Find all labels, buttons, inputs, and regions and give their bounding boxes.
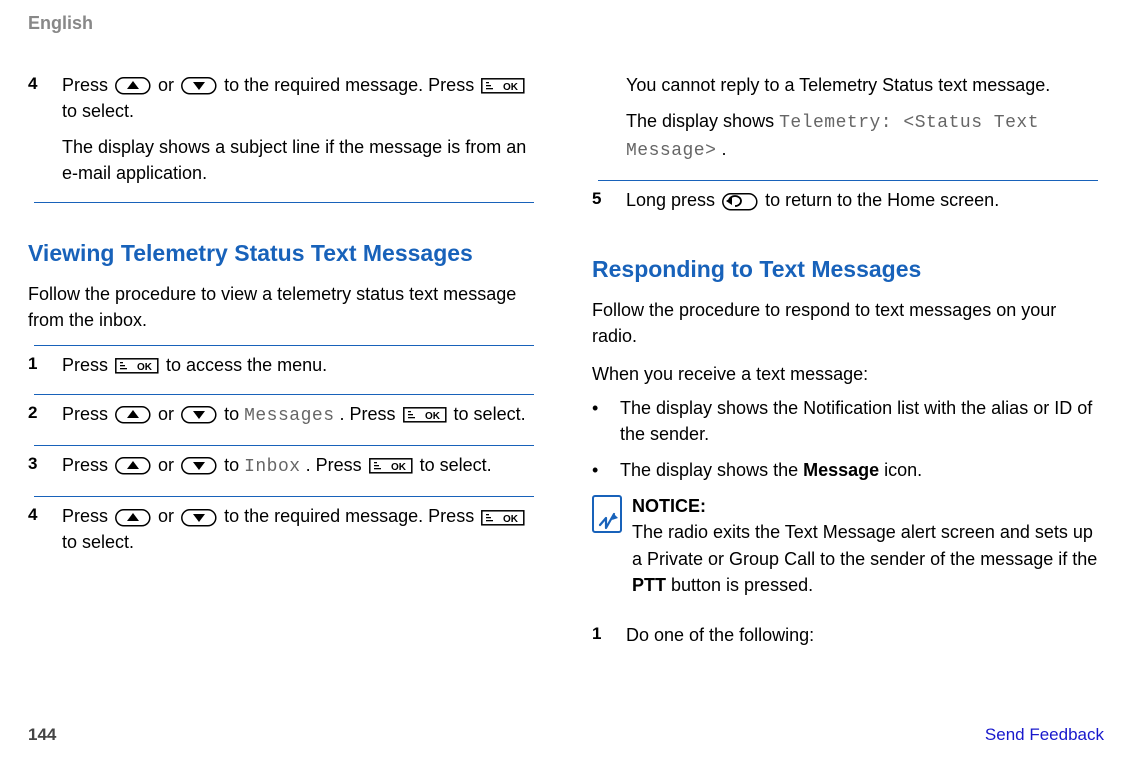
header-language: English (28, 10, 1104, 36)
step-1: 1 Press to access the menu. (28, 346, 540, 384)
step-line: Press or to Inbox . Press to select. (62, 452, 540, 480)
up-button-icon (115, 509, 151, 527)
txt: or (158, 455, 179, 475)
section-title-telemetry: Viewing Telemetry Status Text Messages (28, 237, 540, 270)
txt: . Press (340, 404, 401, 424)
step-line: Press or to the required message. Press … (62, 72, 540, 124)
txt: or (158, 404, 179, 424)
mono-text: Inbox (244, 457, 301, 477)
step-num: 1 (592, 622, 626, 648)
section-title-responding: Responding to Text Messages (592, 253, 1104, 286)
down-button-icon (181, 509, 217, 527)
txt: . Press (306, 455, 367, 475)
bullet-dot: • (592, 395, 620, 447)
txt: to (224, 455, 244, 475)
txt: to select. (420, 455, 492, 475)
spacer (592, 72, 626, 164)
step-line: Press or to the required message. Press … (62, 503, 540, 555)
step-line: The display shows Telemetry: <Status Tex… (626, 108, 1104, 164)
ok-button-icon (481, 78, 525, 94)
step-4: 4 Press or to the required message. Pres… (28, 497, 540, 561)
txt: The radio exits the Text Message alert s… (632, 522, 1097, 568)
right-column: You cannot reply to a Telemetry Status t… (592, 66, 1104, 664)
step-4-right-body: You cannot reply to a Telemetry Status t… (592, 66, 1104, 170)
txt: to the required message. Press (224, 506, 479, 526)
page-number: 144 (28, 723, 56, 748)
step-line: You cannot reply to a Telemetry Status t… (626, 72, 1104, 98)
txt: Press (62, 404, 113, 424)
down-button-icon (181, 406, 217, 424)
txt: Press (62, 355, 113, 375)
up-button-icon (115, 77, 151, 95)
step-line: Press to access the menu. (62, 352, 540, 378)
notice-block: NOTICE: The radio exits the Text Message… (592, 493, 1104, 597)
step-num: 1 (28, 352, 62, 378)
down-button-icon (181, 457, 217, 475)
step-line: Do one of the following: (626, 622, 1104, 648)
bold: PTT (632, 575, 666, 595)
step-num: 3 (28, 452, 62, 480)
up-button-icon (115, 406, 151, 424)
up-button-icon (115, 457, 151, 475)
notice-icon (592, 493, 622, 597)
lead-text: When you receive a text message: (592, 361, 1104, 387)
step-4-top: 4 Press or to the required message. Pres… (28, 66, 540, 192)
ok-button-icon (115, 358, 159, 374)
txt: to access the menu. (166, 355, 327, 375)
section-intro: Follow the procedure to view a telemetry… (28, 281, 540, 333)
step-3: 3 Press or to Inbox . Press to select. (28, 446, 540, 486)
list-item: • The display shows the Message icon. (592, 457, 1104, 483)
ok-button-icon (369, 458, 413, 474)
step-line: Press or to Messages . Press to select. (62, 401, 540, 429)
step-1-responding: 1 Do one of the following: (592, 616, 1104, 654)
mono-text: Messages (244, 406, 334, 426)
txt: to select. (62, 101, 134, 121)
txt: to (224, 404, 244, 424)
txt: to select. (454, 404, 526, 424)
notice-label: NOTICE: (632, 493, 1104, 519)
ok-button-icon (481, 510, 525, 526)
step-num: 4 (28, 72, 62, 186)
send-feedback-link[interactable]: Send Feedback (985, 723, 1104, 748)
txt: button is pressed. (666, 575, 813, 595)
step-num: 5 (592, 187, 626, 213)
notice-text: The radio exits the Text Message alert s… (632, 519, 1104, 597)
txt: to select. (62, 532, 134, 552)
txt: Press (62, 455, 113, 475)
step-line: The display shows a subject line if the … (62, 134, 540, 186)
txt: or (158, 75, 179, 95)
step-5: 5 Long press to return to the Home scree… (592, 181, 1104, 219)
step-2: 2 Press or to Messages . Press to select… (28, 395, 540, 435)
back-button-icon (722, 193, 758, 211)
step-divider (34, 202, 534, 203)
list-text: The display shows the Message icon. (620, 457, 1104, 483)
txt: to return to the Home screen. (765, 190, 999, 210)
txt: The display shows (626, 111, 779, 131)
down-button-icon (181, 77, 217, 95)
section-intro: Follow the procedure to respond to text … (592, 297, 1104, 349)
left-column: 4 Press or to the required message. Pres… (28, 66, 540, 664)
bullet-list: • The display shows the Notification lis… (592, 395, 1104, 483)
txt: to the required message. Press (224, 75, 479, 95)
step-num: 2 (28, 401, 62, 429)
txt: Press (62, 75, 113, 95)
step-num: 4 (28, 503, 62, 555)
page-footer: 144 Send Feedback (28, 723, 1104, 748)
list-item: • The display shows the Notification lis… (592, 395, 1104, 447)
step-line: Long press to return to the Home screen. (626, 187, 1104, 213)
txt: or (158, 506, 179, 526)
bullet-dot: • (592, 457, 620, 483)
list-text: The display shows the Notification list … (620, 395, 1104, 447)
bold: Message (803, 460, 879, 480)
txt: Long press (626, 190, 720, 210)
txt: . (721, 139, 726, 159)
ok-button-icon (403, 407, 447, 423)
txt: Press (62, 506, 113, 526)
